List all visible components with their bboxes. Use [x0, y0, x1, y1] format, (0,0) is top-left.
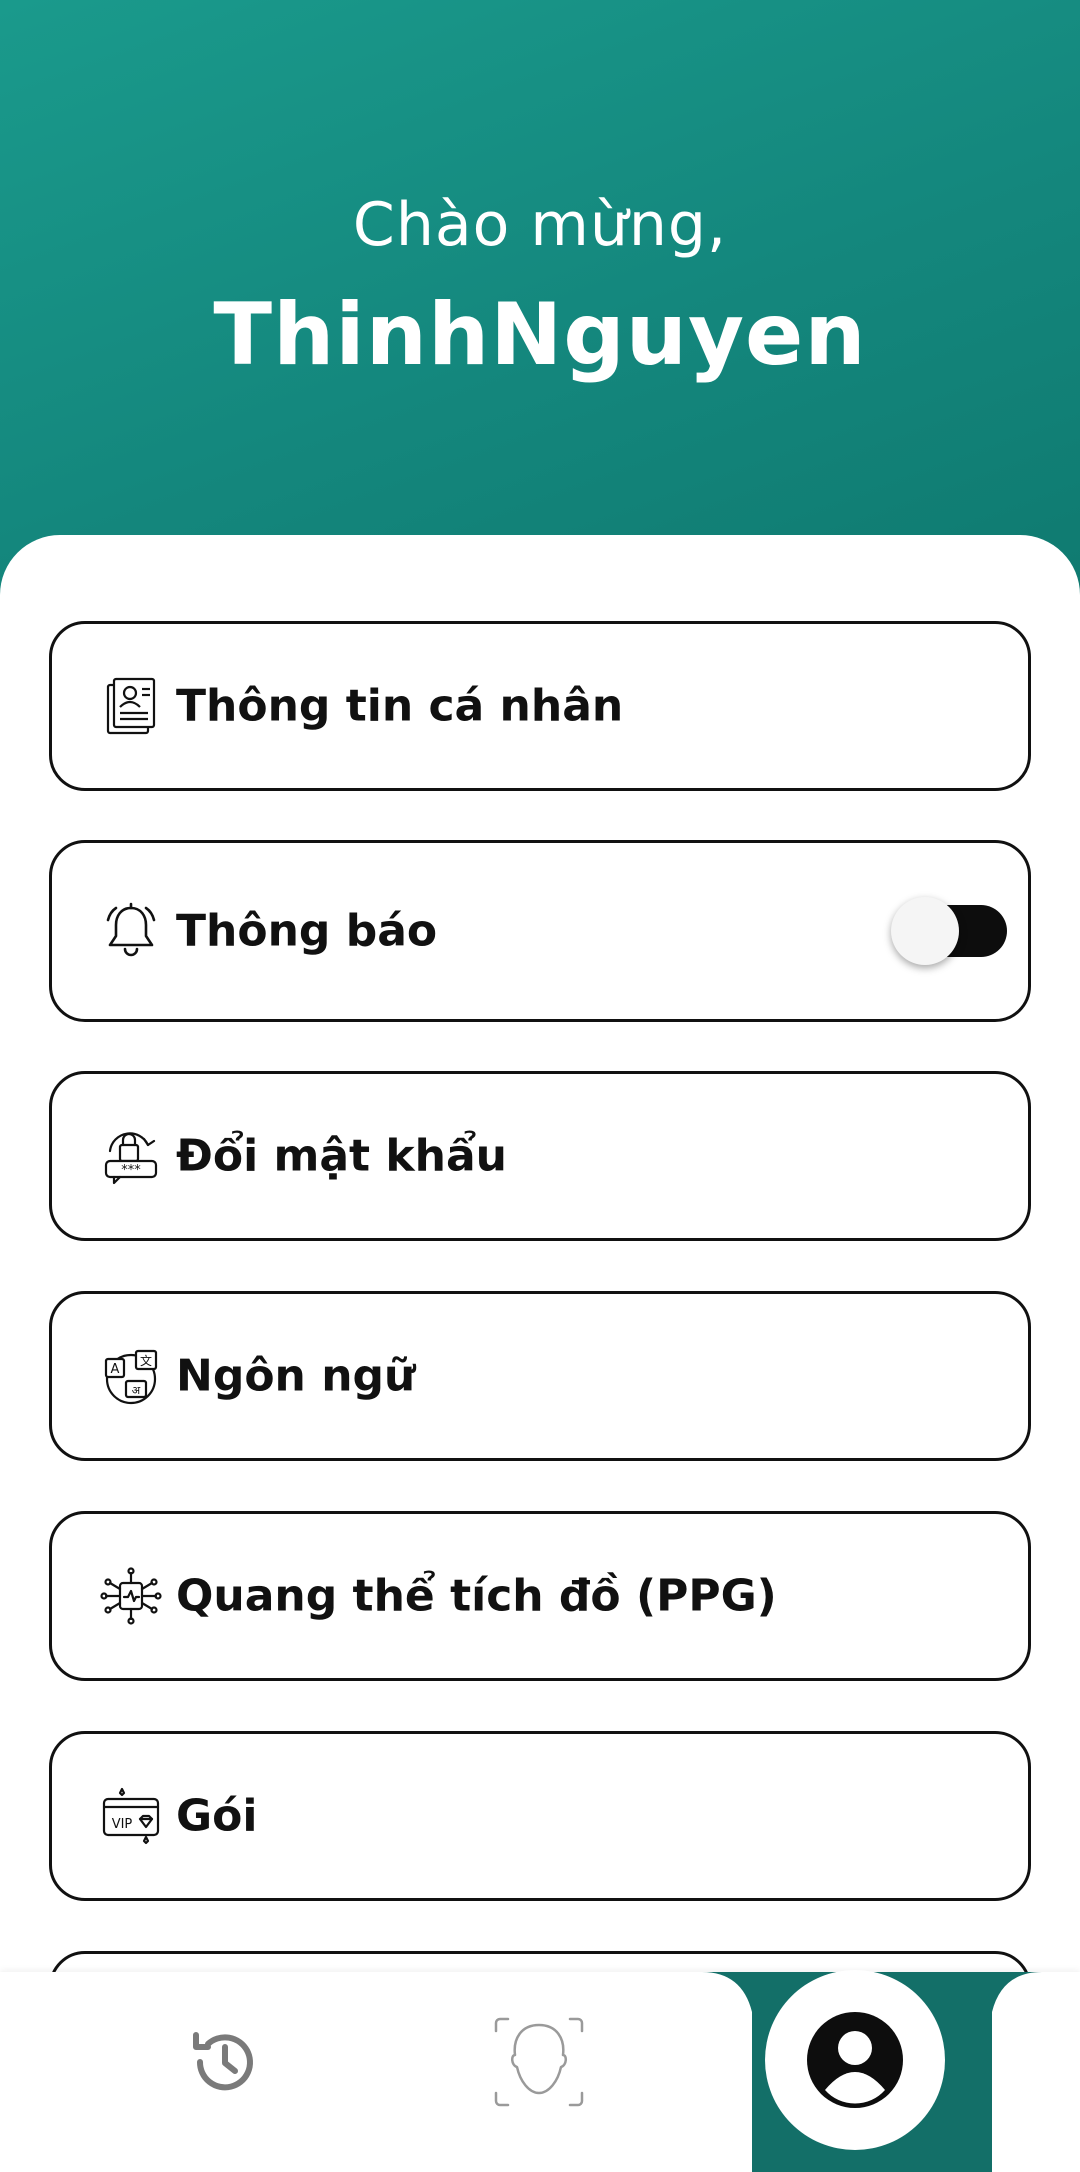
translate-globe-icon: A 文 अ: [100, 1345, 162, 1407]
plan-label: Gói: [176, 1790, 258, 1842]
menu-item-personal-info[interactable]: Thông tin cá nhân: [49, 621, 1031, 791]
notifications-toggle[interactable]: [891, 897, 1007, 965]
face-scan-icon[interactable]: [492, 2015, 586, 2109]
history-icon[interactable]: [188, 2025, 262, 2099]
personal-info-label: Thông tin cá nhân: [176, 680, 624, 732]
ppg-chip-icon: [100, 1565, 162, 1627]
menu-item-change-password[interactable]: *** Đổi mật khẩu: [49, 1071, 1031, 1241]
ppg-label: Quang thể tích đồ (PPG): [176, 1570, 777, 1622]
svg-text:अ: अ: [132, 1384, 141, 1397]
menu-item-ppg[interactable]: Quang thể tích đồ (PPG): [49, 1511, 1031, 1681]
menu-item-notifications[interactable]: Thông báo: [49, 840, 1031, 1022]
welcome-header: Chào mừng, ThinhNguyen: [0, 0, 1080, 600]
svg-text:A: A: [111, 1362, 120, 1377]
bell-icon: [100, 900, 162, 962]
language-label: Ngôn ngữ: [176, 1350, 416, 1402]
menu-item-language[interactable]: A 文 अ Ngôn ngữ: [49, 1291, 1031, 1461]
menu-item-plan[interactable]: VIP Gói: [49, 1731, 1031, 1901]
notifications-label: Thông báo: [176, 905, 438, 957]
id-card-icon: [100, 675, 162, 737]
profile-icon: [807, 2012, 903, 2108]
greeting-text: Chào mừng,: [352, 190, 728, 260]
svg-text:文: 文: [140, 1353, 152, 1368]
svg-text:***: ***: [121, 1163, 141, 1178]
username-text: ThinhNguyen: [213, 285, 867, 385]
vip-card-icon: VIP: [100, 1785, 162, 1847]
svg-text:VIP: VIP: [112, 1817, 133, 1832]
change-password-label: Đổi mật khẩu: [176, 1130, 507, 1182]
password-lock-icon: ***: [100, 1125, 162, 1187]
toggle-knob: [891, 897, 959, 965]
profile-nav-button[interactable]: [765, 1970, 945, 2150]
